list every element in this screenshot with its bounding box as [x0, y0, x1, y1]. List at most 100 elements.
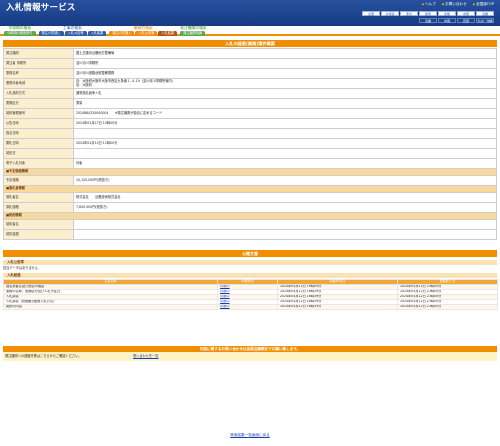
detail-row: 業務名称 淀川河川道路台帳整備業務	[3, 68, 497, 79]
detail-row: 開札日時 2024年04月10日 11時00分	[3, 138, 497, 149]
detail-table: 発注機関 国土交通省近畿地方整備局 発注者 事務所 淀川河川事務所 業務名称 淀川河川道路…	[3, 48, 497, 240]
field-value: 淀川河川事務所	[73, 58, 497, 69]
detail-row: 契約日	[3, 148, 497, 159]
detail-row: 契約金額	[3, 229, 497, 240]
field-value: 株式会社 近畿技術株式会社	[73, 192, 497, 203]
menu-section-keiyaku: 令和期の検索 今和期の検索条件	[4, 25, 36, 36]
tab-gyomu-outlook[interactable]: 発注の見通し	[109, 31, 135, 36]
field-value: 自：大阪府大阪市大阪市西区九条南１-４-19（淀川河川事務所管内） 至：大阪府	[73, 78, 497, 89]
national-top-link[interactable]: 全国版TOP	[473, 2, 494, 7]
publish-date: 2024年04月12日 16時39分	[277, 304, 398, 310]
field-label: 予定価格	[3, 175, 74, 186]
field-value: 淀川河川道路台帳整備業務	[73, 68, 497, 79]
tab-koji-notice[interactable]: 入札公告等	[64, 31, 87, 36]
top-links: ヘルプ お問い合わせ 全国版TOP	[422, 2, 494, 7]
detail-row: 入札契約方式 通常指名競争入札	[3, 88, 497, 99]
field-label: 契約者名	[3, 219, 74, 230]
region-tab[interactable]: 北陸	[438, 11, 456, 16]
field-label: 業務区分	[3, 98, 74, 109]
region-tab[interactable]: 北海道	[381, 11, 399, 16]
menu-caption: 発注機関の検索	[180, 25, 207, 30]
tab-koji-result[interactable]: 入札結果	[87, 31, 107, 36]
field-label: 業務名称	[3, 68, 74, 79]
docs-section-bar: 公開文書	[3, 250, 497, 257]
field-label: 公告日時	[3, 118, 74, 129]
detail-row: 業務区分 測量	[3, 98, 497, 109]
field-value: 7,850,000円(税抜き)	[73, 202, 497, 213]
documents-table: 文書名称 公開状況 掲載年月日 掲載終了日 指名業者名及び指名の理由 公開中 202…	[3, 279, 498, 310]
tab-agency-info[interactable]: 発注機関情報	[180, 31, 206, 36]
region-tab[interactable]: 関東	[419, 11, 437, 16]
end-date: 2024年05月12日 23時00分	[397, 304, 498, 310]
inquiry-list-link[interactable]: 問い合わせ先一覧	[133, 354, 159, 359]
region-tab[interactable]: 中部	[457, 11, 475, 16]
field-value	[73, 219, 497, 230]
document-name: 契約の内容	[3, 304, 218, 310]
menu-section-agency: 発注機関の検索 発注機関情報	[180, 25, 207, 36]
detail-row: 発注者 事務所 淀川河川事務所	[3, 58, 497, 69]
detail-row: 業務対象地域 自：大阪府大阪市大阪市西区九条南１-４-19（淀川河川事務所管内） …	[3, 78, 497, 89]
region-row-1: 全国 北海道 東北 関東 北陸 中部 近畿	[362, 11, 494, 16]
back-section: 検索結果一覧画面に戻る	[0, 433, 500, 437]
tab-search-condition[interactable]: 今和期の検索条件	[4, 31, 36, 36]
help-link[interactable]: ヘルプ	[422, 2, 436, 7]
field-label: 開札日時	[3, 138, 74, 149]
tab-koji-outlook[interactable]: 発注の見通し	[38, 31, 64, 36]
field-value: 2024884320040004 ※発注機関が独自に定めるコード	[73, 108, 497, 119]
detail-row: 指名日時	[3, 128, 497, 139]
menu-caption: 業務の検索	[133, 25, 153, 30]
open-status-link[interactable]: 公開中	[217, 304, 278, 310]
field-label: 発注者 事務所	[3, 58, 74, 69]
field-label: 指名日時	[3, 128, 74, 139]
menu-section-koji: 工事の検索 発注の見通し 入札公告等 入札結果	[38, 25, 107, 36]
field-value: 対象	[73, 158, 497, 169]
header: 入札情報サービス ヘルプ お問い合わせ 全国版TOP 全国 北海道 東北 関東 …	[0, 0, 500, 26]
back-to-results-link[interactable]: 検索結果一覧画面に戻る	[230, 433, 270, 437]
section-row: ■契約情報	[3, 212, 497, 220]
field-value: 2024年02月27日 10時00分	[73, 118, 497, 129]
section-row: ■予定価格情報	[3, 168, 497, 176]
field-value	[73, 148, 497, 159]
main-menu: 令和期の検索 今和期の検索条件 工事の検索 発注の見通し 入札公告等 入札結果 …	[0, 26, 500, 36]
region-tab[interactable]: 近畿	[476, 11, 494, 16]
field-value: 通常指名競争入札	[73, 88, 497, 99]
bid-result-heading: 入札経過	[3, 273, 497, 278]
tab-gyomu-notice[interactable]: 入札公告等	[135, 31, 158, 36]
menu-caption: 工事の検索	[62, 25, 82, 30]
detail-row: 落札価格 7,850,000円(税抜き)	[3, 202, 497, 213]
region-tab[interactable]: 全国	[362, 11, 380, 16]
section-label: ■予定価格情報	[3, 168, 497, 176]
field-label: 契約管理番号	[3, 108, 74, 119]
region-tab[interactable]: 東北	[400, 11, 418, 16]
field-label: 発注機関	[3, 48, 74, 59]
field-value: 10,120,000円(税抜き)	[73, 175, 497, 186]
field-label: 落札価格	[3, 202, 74, 213]
field-label: 業務対象地域	[3, 78, 74, 89]
field-value: 国土交通省近畿地方整備局	[73, 48, 497, 59]
section-label: ■落札者情報	[3, 185, 497, 193]
contact-link[interactable]: お問い合わせ	[442, 2, 467, 7]
region-tab[interactable]: 九州・沖縄	[476, 18, 494, 23]
detail-row: 落札者名 株式会社 近畿技術株式会社	[3, 192, 497, 203]
app-title: 入札情報サービス	[6, 3, 76, 13]
detail-row: 公告日時 2024年02月27日 10時00分	[3, 118, 497, 129]
field-value: 2024年04月10日 11時00分	[73, 138, 497, 149]
region-tab[interactable]: 中国	[438, 18, 456, 23]
field-value	[73, 229, 497, 240]
page-title: 入札の経過(業務)案件概要	[3, 40, 497, 47]
table-row: 契約の内容 公開中 2024年04月12日 16時39分 2024年05月12日 23…	[3, 304, 498, 310]
public-notice-heading: 入札公告等	[3, 260, 497, 265]
region-tab[interactable]: 近畿	[419, 18, 437, 23]
tab-gyomu-result[interactable]: 入札結果	[158, 31, 178, 36]
contact-row: 発注機関への連絡先等はこちらからご確認ください。 問い合わせ先一覧	[3, 352, 497, 361]
detail-row: 発注機関 国土交通省近畿地方整備局	[3, 48, 497, 59]
menu-caption: 令和期の検索	[8, 25, 32, 30]
detail-row: 契約者名	[3, 219, 497, 230]
field-value	[73, 128, 497, 139]
field-label: 契約日	[3, 148, 74, 159]
field-label: 電子入札対象	[3, 158, 74, 169]
contact-text: 発注機関への連絡先等はこちらからご確認ください。	[5, 353, 82, 358]
field-label: 契約金額	[3, 229, 74, 240]
section-row: ■落札者情報	[3, 185, 497, 193]
region-tab[interactable]: 四国	[457, 18, 475, 23]
